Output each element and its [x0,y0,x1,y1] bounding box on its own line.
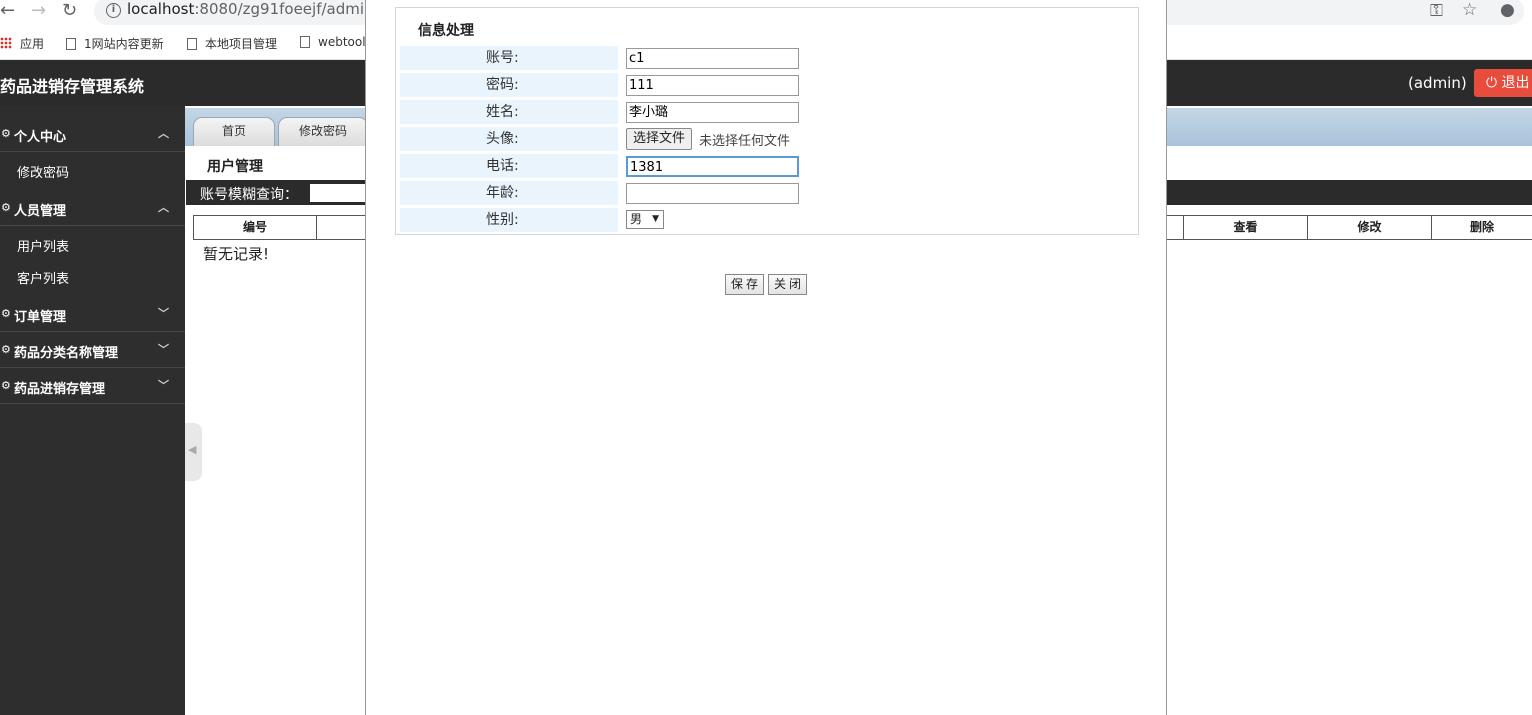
app-title: 药品进销存管理系统 [0,77,145,96]
row-avatar: 头像: 选择文件 未选择任何文件 [400,127,1136,151]
choose-file-button[interactable]: 选择文件 [626,128,693,150]
gender-select[interactable]: 男 ▼ [626,210,664,229]
close-button[interactable]: 关闭 [768,274,807,295]
info-fieldset: 信息处理 账号: c1 密码: 111 姓名: 李小璐 头像: 选择文件 未选择… [395,7,1139,235]
label-phone: 电话: [400,154,618,178]
page-icon [300,36,310,48]
fieldset-legend: 信息处理 [418,23,474,39]
bookmark-2[interactable]: 本地项目管理 [187,35,277,52]
reload-icon[interactable]: ↻ [62,1,77,21]
back-icon[interactable]: ← [0,1,15,21]
search-label: 账号模糊查询： [200,187,298,203]
chevron-down-icon: ﹀ [158,379,169,392]
name-input[interactable]: 李小璐 [626,102,799,123]
gear-icon: ⚙ [1,379,11,392]
chevron-up-icon: ︿ [158,127,169,140]
column-header-view: 查看 [1183,215,1308,240]
logout-button[interactable]: ⏻ 退出 [1474,69,1532,97]
menu-group-inventory[interactable]: ⚙ 药品进销存管理 ﹀ [0,368,185,404]
password-input[interactable]: 111 [626,75,799,96]
column-header-delete: 删除 [1431,215,1532,240]
label-name: 姓名: [400,100,618,124]
label-age: 年龄: [400,181,618,205]
label-avatar: 头像: [400,127,618,151]
row-account: 账号: c1 [400,46,1136,70]
power-icon: ⏻ [1486,75,1498,91]
phone-input[interactable]: 1381 [626,156,799,177]
gear-icon: ⚙ [1,307,11,320]
menu-group-personal[interactable]: ⚙ 个人中心 ︿ [0,116,185,152]
edit-dialog: 信息处理 账号: c1 密码: 111 姓名: 李小璐 头像: 选择文件 未选择… [365,0,1167,715]
column-header-blank [316,215,366,240]
label-password: 密码: [400,73,618,97]
row-password: 密码: 111 [400,73,1136,97]
sidebar-item-user-list[interactable]: 用户列表 [17,236,69,255]
sidebar-collapse-handle[interactable]: ◀ [185,423,202,481]
page-icon [66,38,76,50]
forward-icon[interactable]: → [31,1,46,21]
column-header-id: 编号 [193,215,317,240]
row-name: 姓名: 李小璐 [400,100,1136,124]
save-button[interactable]: 保存 [725,274,764,295]
url-text[interactable]: localhost:8080/zg91foeejf/admin/in [127,0,392,18]
gear-icon: ⚙ [1,343,11,356]
sidebar-item-change-password[interactable]: 修改密码 [17,162,69,181]
key-icon[interactable]: ⚿ [1430,1,1443,21]
label-gender: 性别: [400,208,618,232]
chevron-down-icon: ﹀ [158,343,169,356]
menu-group-orders[interactable]: ⚙ 订单管理 ﹀ [0,296,185,332]
sidebar: ⚙ 个人中心 ︿ 修改密码 ⚙ 人员管理 ︿ 用户列表 客户列表 ⚙ 订单管理 … [0,106,185,715]
column-header-edit: 修改 [1307,215,1432,240]
bookmark-3[interactable]: webtool [300,35,366,49]
site-info-icon[interactable]: i [106,3,121,18]
page-icon [187,38,197,50]
dropdown-arrow-icon: ▼ [652,214,659,224]
age-input[interactable] [626,183,799,204]
apps-icon [0,37,12,49]
label-account: 账号: [400,46,618,70]
row-age: 年龄: [400,181,1136,205]
chevron-up-icon: ︿ [158,201,169,214]
file-status: 未选择任何文件 [699,134,791,149]
empty-message: 暂无记录! [203,245,270,263]
gear-icon: ⚙ [1,201,11,214]
gear-icon: ⚙ [1,127,11,140]
tab-change-password[interactable]: 修改密码 [278,117,368,146]
profile-icon[interactable]: ● [1500,0,1515,20]
row-phone: 电话: 1381 [400,154,1136,178]
menu-group-drug-category[interactable]: ⚙ 药品分类名称管理 ﹀ [0,332,185,368]
bookmark-apps[interactable]: 应用 [0,35,44,52]
tab-home[interactable]: 首页 [193,117,275,146]
sidebar-item-customer-list[interactable]: 客户列表 [17,268,69,287]
column-header-blank [1166,215,1184,240]
chevron-left-icon: ◀ [188,443,197,456]
chevron-down-icon: ﹀ [158,307,169,320]
bookmark-1[interactable]: 1网站内容更新 [66,35,164,52]
page-title: 用户管理 [207,159,263,175]
row-gender: 性别: 男 ▼ [400,208,1136,232]
star-icon[interactable]: ☆ [1462,0,1477,20]
menu-group-staff[interactable]: ⚙ 人员管理 ︿ [0,190,185,226]
account-input[interactable]: c1 [626,48,799,69]
current-user: (admin) [1408,74,1467,92]
